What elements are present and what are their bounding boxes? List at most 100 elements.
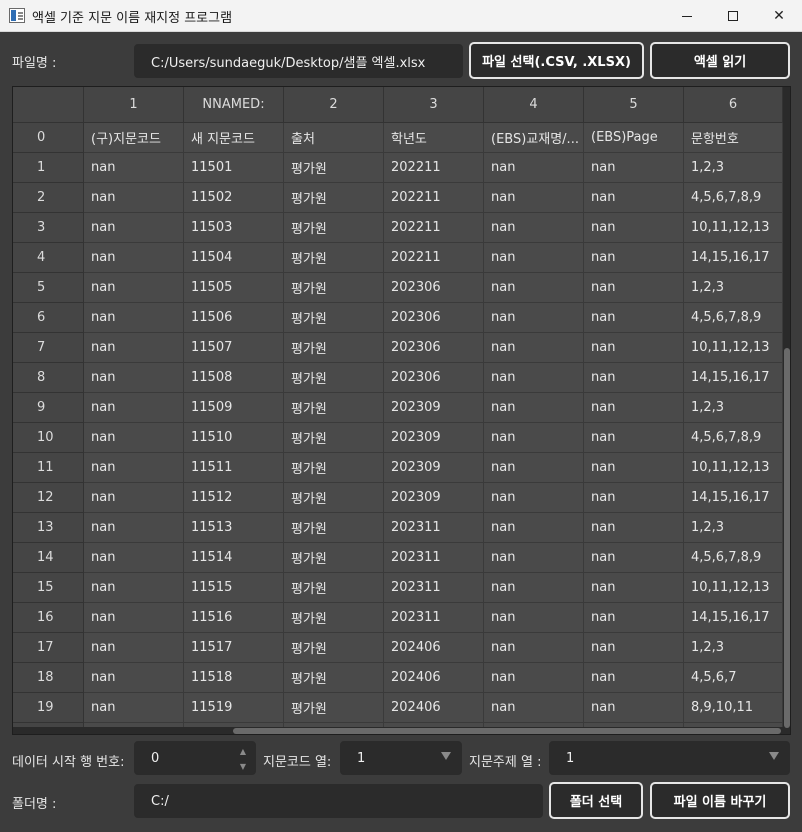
column-header[interactable]: NNAMED: <box>184 87 284 123</box>
table-cell[interactable]: 202311 <box>384 603 484 633</box>
table-cell[interactable]: 11511 <box>184 453 284 483</box>
table-cell[interactable]: 202309 <box>384 483 484 513</box>
table-cell[interactable]: 11506 <box>184 303 284 333</box>
row-header[interactable]: 0 <box>13 123 84 153</box>
table-cell[interactable]: 11517 <box>184 633 284 663</box>
table-cell[interactable]: nan <box>584 303 684 333</box>
code-column-combo[interactable]: 1 <box>340 741 462 775</box>
table-cell[interactable]: nan <box>584 243 684 273</box>
table-cell[interactable]: 202309 <box>384 423 484 453</box>
row-header[interactable]: 9 <box>13 393 84 423</box>
table-cell[interactable]: nan <box>484 633 584 663</box>
table-cell[interactable]: nan <box>584 153 684 183</box>
table-cell[interactable]: 10,11,12,13 <box>684 573 783 603</box>
row-header[interactable]: 3 <box>13 213 84 243</box>
table-cell[interactable]: 평가원 <box>284 303 384 333</box>
table-cell[interactable]: 4,5,6,7,8,9 <box>684 423 783 453</box>
table-cell[interactable]: 문항번호 <box>684 123 783 153</box>
table-cell[interactable]: 11519 <box>184 693 284 723</box>
table-cell[interactable]: 14,15,16,17 <box>684 603 783 633</box>
table-cell[interactable]: nan <box>484 303 584 333</box>
table-cell[interactable]: (구)지문코드 <box>84 123 184 153</box>
table-cell[interactable]: nan <box>484 693 584 723</box>
table-cell[interactable]: nan <box>484 363 584 393</box>
table-cell[interactable]: 1,2,3 <box>684 273 783 303</box>
table-cell[interactable]: 4,5,6,7,8,9 <box>684 303 783 333</box>
table-cell[interactable]: nan <box>584 363 684 393</box>
row-header[interactable]: 17 <box>13 633 84 663</box>
table-cell[interactable]: 202211 <box>384 183 484 213</box>
spin-arrows-icon[interactable]: ▲ ▼ <box>237 744 249 774</box>
table-cell[interactable]: 202211 <box>384 243 484 273</box>
table-cell[interactable]: 새 지문코드 <box>184 123 284 153</box>
table-cell[interactable]: 평가원 <box>284 543 384 573</box>
table-cell[interactable]: 11513 <box>184 513 284 543</box>
table-cell[interactable]: 11505 <box>184 273 284 303</box>
topic-column-combo[interactable]: 1 <box>549 741 790 775</box>
column-header[interactable]: 3 <box>384 87 484 123</box>
table-cell[interactable]: 14,15,16,17 <box>684 363 783 393</box>
table-cell[interactable]: 11504 <box>184 243 284 273</box>
row-header[interactable]: 19 <box>13 693 84 723</box>
table-cell[interactable]: nan <box>484 423 584 453</box>
table-cell[interactable]: nan <box>584 513 684 543</box>
table-cell[interactable]: 평가원 <box>284 363 384 393</box>
table-cell[interactable]: 평가원 <box>284 183 384 213</box>
table-cell[interactable]: 11503 <box>184 213 284 243</box>
table-cell[interactable]: 1,2,3 <box>684 513 783 543</box>
table-cell[interactable]: nan <box>484 483 584 513</box>
table-cell[interactable]: 11512 <box>184 483 284 513</box>
table-cell[interactable]: 11501 <box>184 153 284 183</box>
vertical-scrollbar[interactable] <box>783 123 790 734</box>
read-excel-button[interactable]: 액셀 읽기 <box>650 42 790 79</box>
table-cell[interactable]: 평가원 <box>284 243 384 273</box>
table-cell[interactable]: 10,11,12,13 <box>684 213 783 243</box>
table-cell[interactable]: 평가원 <box>284 483 384 513</box>
table-cell[interactable]: (EBS)교재명/... <box>484 123 584 153</box>
table-cell[interactable]: 평가원 <box>284 453 384 483</box>
table-cell[interactable]: nan <box>84 183 184 213</box>
vertical-scroll-thumb[interactable] <box>784 348 790 728</box>
table-cell[interactable]: nan <box>484 393 584 423</box>
table-cell[interactable]: nan <box>584 183 684 213</box>
table-cell[interactable]: nan <box>584 543 684 573</box>
table-cell[interactable]: 202306 <box>384 333 484 363</box>
table-cell[interactable]: nan <box>84 153 184 183</box>
table-cell[interactable]: 202311 <box>384 513 484 543</box>
table-cell[interactable]: 202211 <box>384 213 484 243</box>
table-cell[interactable]: 평가원 <box>284 633 384 663</box>
row-header[interactable]: 5 <box>13 273 84 303</box>
column-header[interactable]: 5 <box>584 87 684 123</box>
table-cell[interactable]: 11502 <box>184 183 284 213</box>
table-cell[interactable]: 8,9,10,11 <box>684 693 783 723</box>
table-cell[interactable]: nan <box>84 483 184 513</box>
table-cell[interactable]: nan <box>484 183 584 213</box>
table-cell[interactable]: 11518 <box>184 663 284 693</box>
table-cell[interactable]: nan <box>584 483 684 513</box>
table-cell[interactable]: 출처 <box>284 123 384 153</box>
start-row-spinbox[interactable]: 0 ▲ ▼ <box>134 741 256 775</box>
table-cell[interactable]: 4,5,6,7,8,9 <box>684 543 783 573</box>
row-header[interactable]: 12 <box>13 483 84 513</box>
row-header[interactable]: 8 <box>13 363 84 393</box>
column-header[interactable]: 6 <box>684 87 783 123</box>
table-cell[interactable]: 평가원 <box>284 513 384 543</box>
row-header[interactable]: 2 <box>13 183 84 213</box>
table-cell[interactable]: 202311 <box>384 573 484 603</box>
table-cell[interactable]: nan <box>484 273 584 303</box>
table-cell[interactable]: 202211 <box>384 153 484 183</box>
table-cell[interactable]: 202309 <box>384 393 484 423</box>
table-cell[interactable]: 평가원 <box>284 153 384 183</box>
table-cell[interactable]: 4,5,6,7,8,9 <box>684 183 783 213</box>
table-cell[interactable]: nan <box>584 393 684 423</box>
minimize-button[interactable] <box>664 0 710 32</box>
table-cell[interactable]: nan <box>584 273 684 303</box>
file-path-field[interactable]: C:/Users/sundaeguk/Desktop/샘플 엑셀.xlsx <box>134 44 463 78</box>
row-header[interactable]: 16 <box>13 603 84 633</box>
table-cell[interactable]: 평가원 <box>284 213 384 243</box>
select-file-button[interactable]: 파일 선택(.CSV, .XLSX) <box>469 42 644 79</box>
table-cell[interactable]: nan <box>84 603 184 633</box>
table-cell[interactable]: nan <box>84 333 184 363</box>
table-cell[interactable]: 평가원 <box>284 573 384 603</box>
table-cell[interactable]: 평가원 <box>284 333 384 363</box>
